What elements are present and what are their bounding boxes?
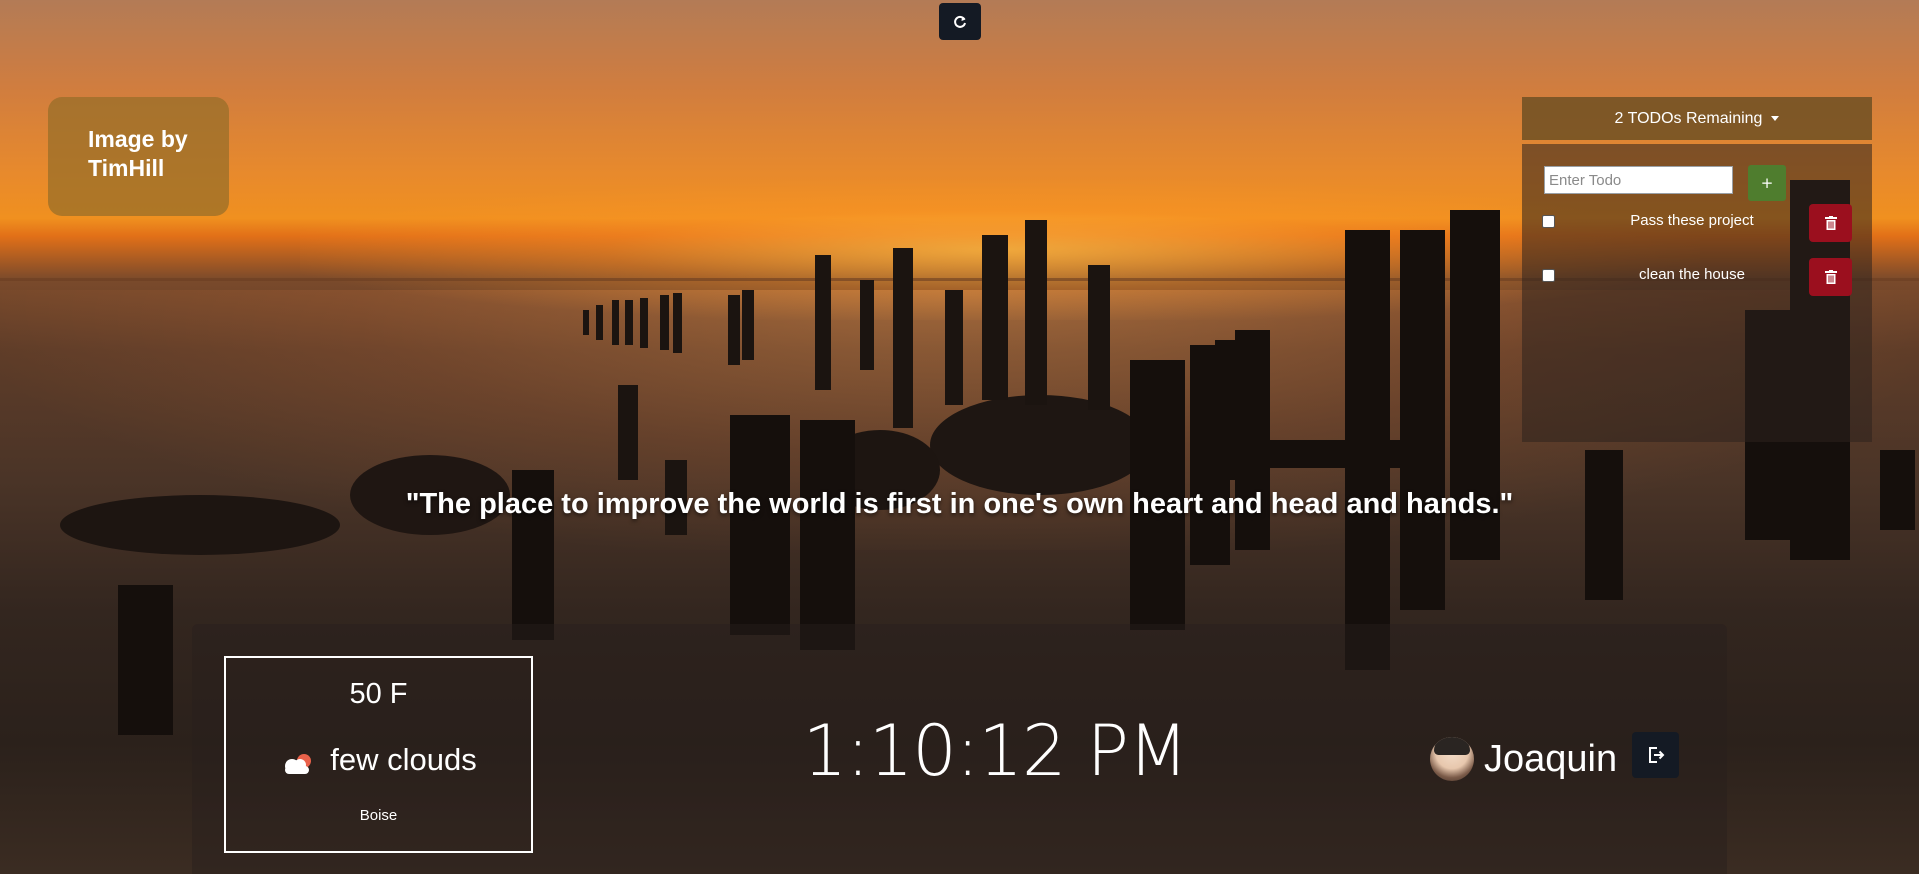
delete-todo-button[interactable]	[1809, 204, 1852, 242]
todo-dropdown-toggle[interactable]: 2 TODOs Remaining	[1522, 97, 1872, 140]
clock: 1:10:12 PM	[802, 710, 1189, 792]
weather-condition-row: few clouds	[226, 742, 531, 778]
logout-button[interactable]	[1632, 732, 1679, 778]
image-credit-text: Image by TimHill	[88, 126, 188, 181]
add-todo-label: +	[1760, 174, 1774, 192]
todo-item: Pass these project	[1522, 204, 1872, 242]
todo-text: clean the house	[1639, 266, 1745, 283]
todo-checkbox[interactable]	[1542, 269, 1555, 282]
image-credit: Image by TimHill	[48, 97, 229, 216]
refresh-icon	[954, 15, 966, 28]
weather-condition-text: few clouds	[330, 742, 477, 777]
trash-icon	[1824, 216, 1837, 230]
delete-todo-button[interactable]	[1809, 258, 1852, 296]
trash-icon	[1824, 270, 1837, 284]
add-todo-button[interactable]: +	[1748, 165, 1786, 201]
logout-icon	[1648, 747, 1664, 763]
cloud-icon	[280, 748, 314, 774]
todo-item: clean the house	[1522, 258, 1872, 296]
todo-panel: + Pass these project clean the house	[1522, 144, 1872, 442]
weather-widget: 50 F few clouds Boise	[224, 656, 533, 853]
user-greeting: Joaquin	[1430, 733, 1617, 785]
todo-input[interactable]	[1544, 166, 1733, 194]
todo-text: Pass these project	[1630, 212, 1754, 229]
daily-quote: "The place to improve the world is first…	[405, 488, 1514, 520]
weather-temperature: 50 F	[349, 678, 408, 710]
user-name: Joaquin	[1484, 737, 1618, 780]
weather-city: Boise	[359, 807, 398, 824]
todo-remaining-label: 2 TODOs Remaining	[1614, 109, 1763, 127]
caret-down-icon	[1771, 116, 1780, 121]
avatar	[1430, 737, 1474, 781]
todo-checkbox[interactable]	[1542, 215, 1555, 228]
refresh-background-button[interactable]	[939, 3, 981, 40]
